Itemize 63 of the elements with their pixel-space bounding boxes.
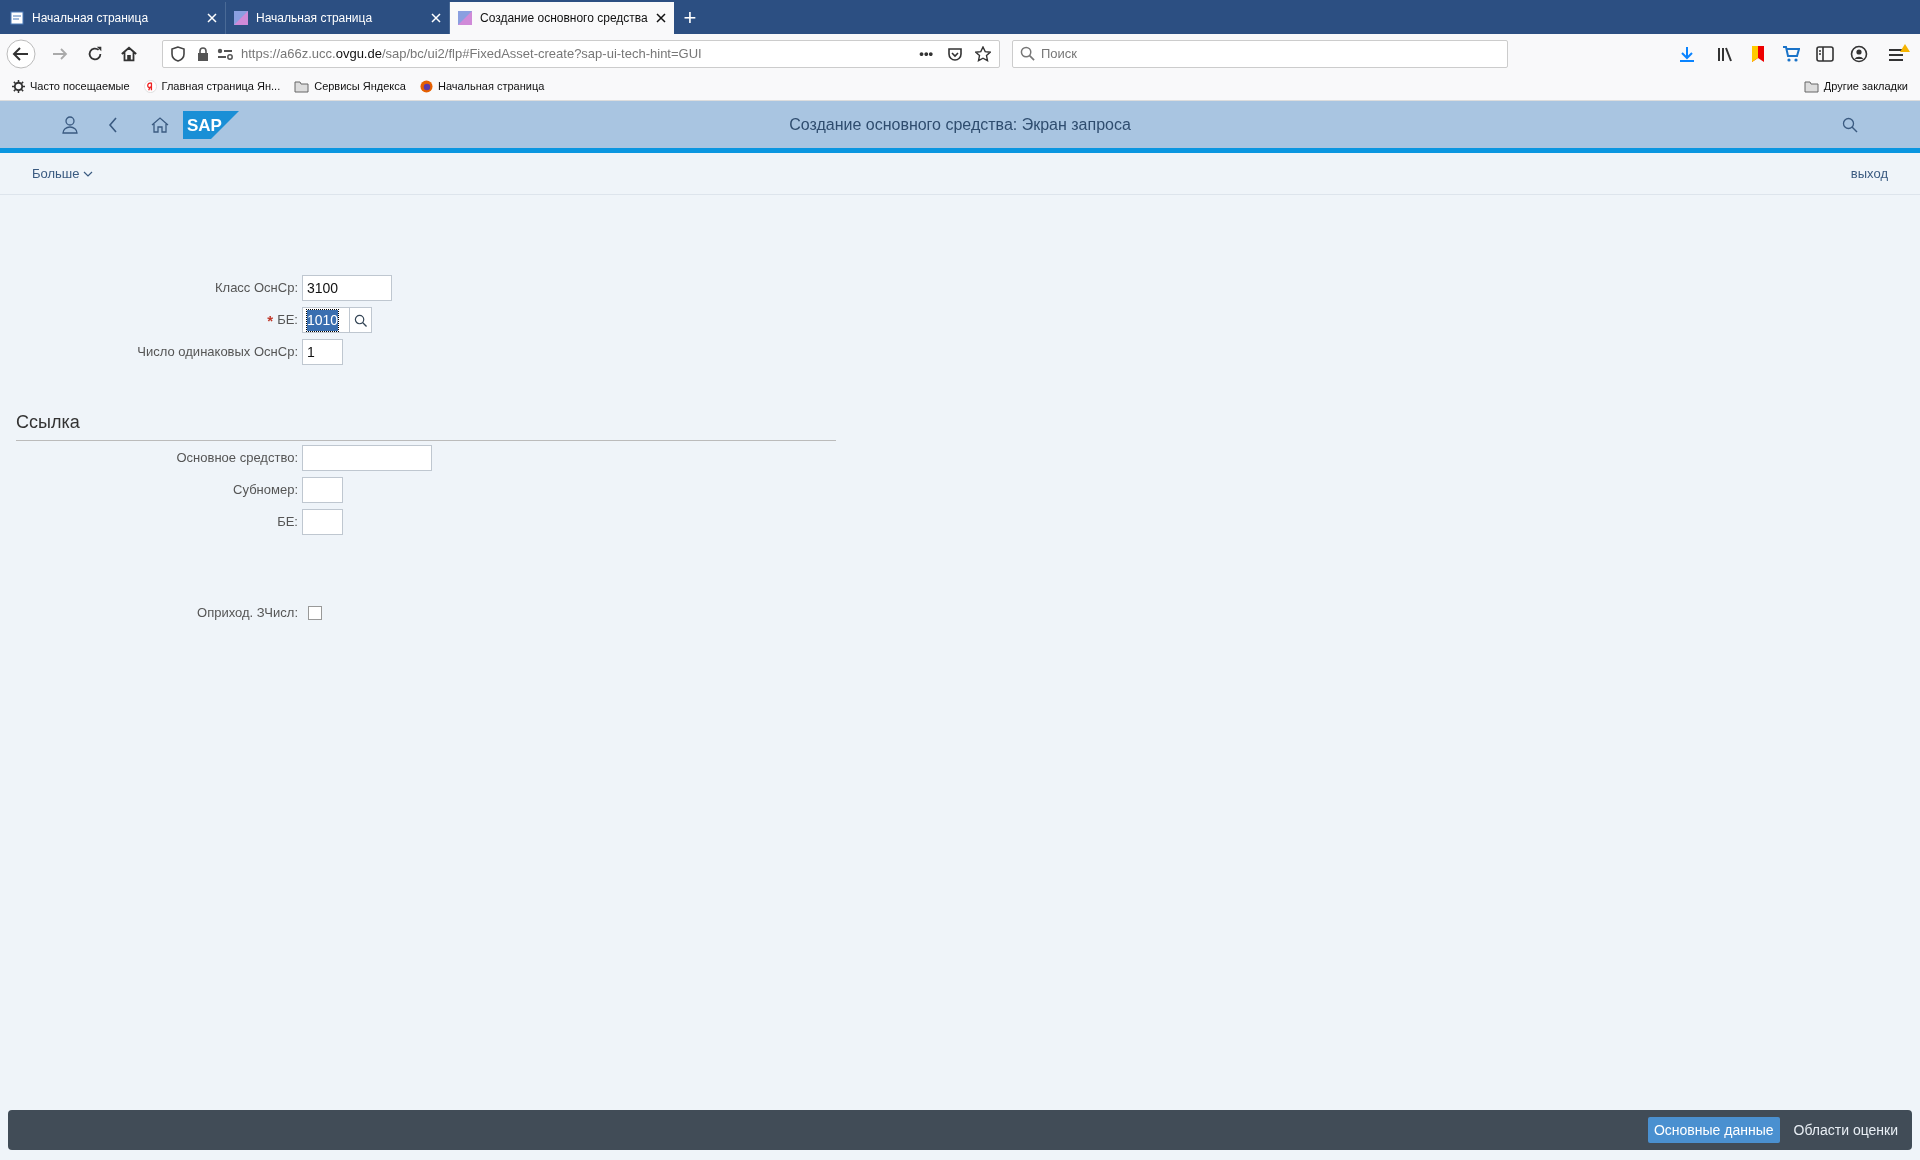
field-label: Субномер: xyxy=(233,481,298,500)
bookmark-link[interactable]: Часто посещаемые xyxy=(12,78,130,95)
field-label: Основное средство: xyxy=(176,449,298,468)
tab-title: Создание основного средства xyxy=(480,10,648,27)
search-icon xyxy=(1020,45,1035,61)
shield-icon xyxy=(171,45,185,62)
search-icon xyxy=(354,313,367,327)
address-bar[interactable]: https://a66z.ucc.ovgu.de/sap/bc/ui2/flp#FixedAsset-create?sap-ui-tech-hint=GUI ••• xyxy=(162,39,1000,68)
lock-icon xyxy=(197,46,209,61)
firefox-icon xyxy=(419,80,433,93)
sidebar-icon[interactable] xyxy=(1816,45,1834,62)
document-icon xyxy=(10,11,24,25)
cart-icon[interactable] xyxy=(1782,44,1800,63)
section-title: Ссылка xyxy=(16,412,80,432)
field-label: БЕ: xyxy=(277,513,298,532)
checkbox[interactable] xyxy=(308,605,322,620)
input-field[interactable]: 3100 xyxy=(302,275,392,301)
gradient-square-icon xyxy=(458,11,472,25)
field-label: Число одинаковых ОснСр: xyxy=(137,343,298,362)
yandex-icon xyxy=(143,80,157,93)
tab-title: Начальная страница xyxy=(32,10,150,27)
bookmark-link[interactable]: Начальная страница xyxy=(419,78,545,95)
chevron-down-icon xyxy=(82,170,93,177)
input-field[interactable]: 1 xyxy=(302,339,343,365)
browser-tab[interactable]: Создание основного средства xyxy=(450,2,674,34)
input-field[interactable] xyxy=(302,445,432,471)
new-tab-button[interactable]: + xyxy=(674,2,706,34)
user-icon[interactable] xyxy=(62,115,78,134)
input-field[interactable] xyxy=(302,477,343,503)
checkbox-label: Оприход. ЗЧисл: xyxy=(197,604,298,622)
field-label: * БЕ: xyxy=(267,310,298,330)
back-icon[interactable] xyxy=(6,38,36,69)
value-help-button[interactable] xyxy=(350,307,372,333)
reload-icon[interactable] xyxy=(86,44,104,63)
sap-logo[interactable]: SAP xyxy=(183,110,239,139)
tab-title: Начальная страница xyxy=(256,10,374,27)
page-title: Создание основного средства: Экран запроса xyxy=(788,114,1132,135)
pocket-icon[interactable] xyxy=(947,45,963,62)
gradient-square-icon xyxy=(234,11,248,25)
bookmark-link[interactable]: Другие закладки xyxy=(1803,78,1908,95)
home-icon[interactable] xyxy=(120,44,138,63)
search-icon[interactable] xyxy=(1842,116,1858,133)
field-label: Класс ОснСр: xyxy=(214,279,298,298)
url-text: https://a66z.ucc.ovgu.de/sap/bc/ui2/flp#FixedAsset-create?sap-ui-tech-hint=GUI xyxy=(241,44,702,63)
input-field[interactable] xyxy=(302,509,343,535)
input-field[interactable]: 1010 xyxy=(302,307,350,333)
bookmark-flag-icon[interactable] xyxy=(1750,44,1766,63)
more-menu-button[interactable]: Больше xyxy=(32,163,93,184)
download-icon[interactable] xyxy=(1678,44,1696,63)
gear-icon xyxy=(12,80,25,93)
bookmark-link[interactable]: Сервисы Яндекса xyxy=(294,78,406,95)
footer-button[interactable]: Области оценки xyxy=(1787,1117,1904,1143)
bookmark-link[interactable]: Главная страница Ян... xyxy=(143,78,281,95)
permissions-icon xyxy=(217,47,233,60)
folder-icon xyxy=(1803,80,1819,93)
search-field[interactable]: Поиск xyxy=(1012,39,1508,68)
folder-icon xyxy=(294,80,310,93)
exit-button[interactable]: выход xyxy=(1850,163,1888,184)
account-icon[interactable] xyxy=(1850,44,1868,63)
close-icon[interactable] xyxy=(656,13,666,23)
menu-icon[interactable] xyxy=(1888,43,1910,64)
star-icon[interactable] xyxy=(975,45,991,62)
page-actions-button[interactable]: ••• xyxy=(919,43,933,64)
